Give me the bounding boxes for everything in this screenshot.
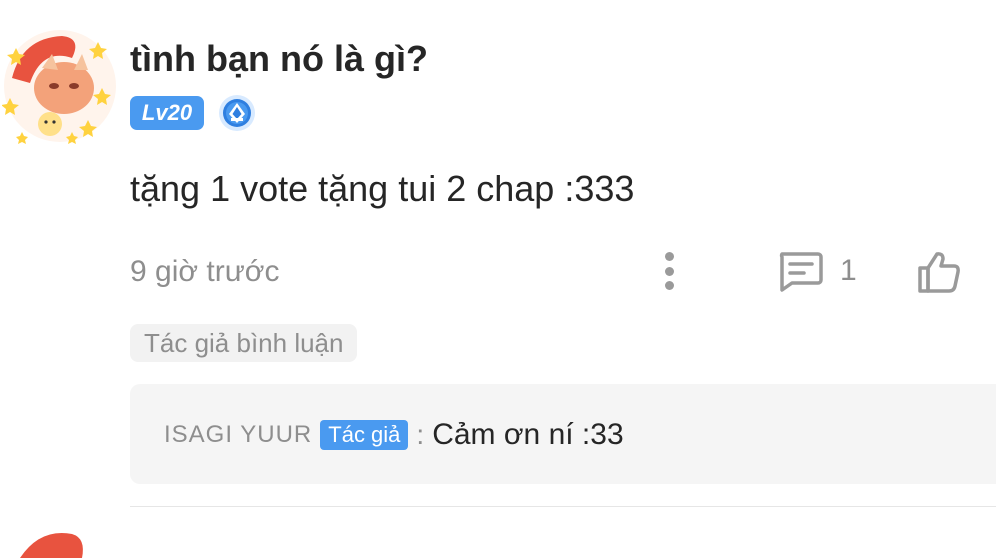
- user-avatar[interactable]: [1, 28, 118, 144]
- avatar-image: [1, 30, 116, 144]
- more-dot: [664, 281, 674, 290]
- comment-username[interactable]: tình bạn nó là gì?: [130, 36, 428, 82]
- author-reply-label: Tác giả bình luận: [130, 324, 358, 362]
- comment-meta-row: 9 giờ trước 1: [130, 250, 980, 294]
- comment-bubble-icon: [779, 252, 823, 292]
- author-badge: Tác giả: [320, 420, 409, 450]
- user-badges: Lv20: [130, 95, 256, 131]
- like-button[interactable]: [916, 250, 962, 294]
- thumbs-up-icon: [918, 252, 960, 293]
- reply-count: 1: [840, 254, 857, 287]
- next-comment-avatar[interactable]: [10, 528, 100, 558]
- comment-text: tặng 1 vote tặng tui 2 chap :333: [130, 168, 635, 209]
- comment-timestamp: 9 giờ trước: [130, 255, 280, 288]
- comment-divider: [130, 506, 996, 507]
- reply-button[interactable]: 1: [776, 250, 857, 292]
- more-options-button[interactable]: [654, 250, 684, 292]
- reply-text: Cảm ơn ní :33: [432, 418, 624, 451]
- blue-medal-icon: [219, 95, 255, 131]
- author-reply-box[interactable]: ISAGI YUUR Tác giả : Cảm ơn ní :33: [130, 384, 996, 484]
- more-dot: [664, 252, 674, 261]
- author-reply-line: ISAGI YUUR Tác giả : Cảm ơn ní :33: [164, 418, 624, 452]
- reply-separator: :: [416, 419, 425, 450]
- level-badge: Lv20: [130, 96, 204, 130]
- avatar-image: [20, 533, 83, 558]
- more-dot: [664, 266, 674, 276]
- reply-author-name[interactable]: ISAGI YUUR: [164, 421, 312, 449]
